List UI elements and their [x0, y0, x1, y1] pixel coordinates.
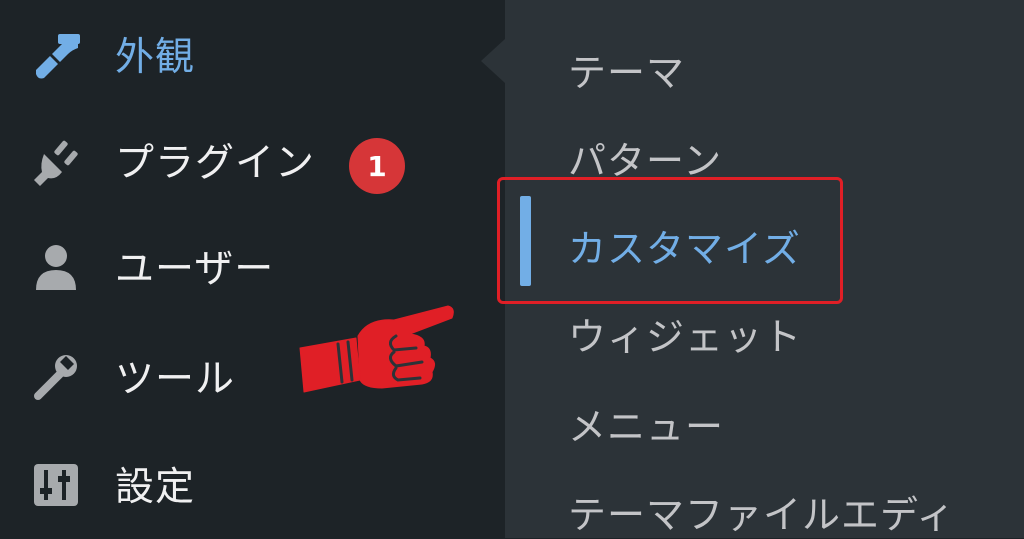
- sidebar-item-appearance[interactable]: 外観: [0, 4, 505, 104]
- sidebar-item-label: 設定: [115, 465, 196, 510]
- submenu-item-widgets[interactable]: ウィジェット: [568, 306, 802, 361]
- highlight-frame: [497, 177, 843, 304]
- user-icon: [28, 238, 84, 294]
- submenu-item-theme-file-editor[interactable]: テーマファイルエディ: [568, 484, 955, 539]
- settings-sliders-icon: [28, 456, 84, 512]
- submenu-item-menus[interactable]: メニュー: [568, 396, 724, 451]
- sidebar-item-label: 外観: [115, 35, 196, 80]
- paintbrush-icon: [28, 26, 84, 82]
- update-count-badge: 1: [349, 138, 405, 194]
- submenu-item-themes[interactable]: テーマ: [568, 42, 685, 97]
- sidebar-item-settings[interactable]: 設定: [0, 434, 505, 534]
- submenu-pointer-arrow: [481, 39, 505, 83]
- sidebar-item-label: ユーザー: [115, 247, 275, 292]
- sidebar-item-label: プラグイン: [115, 141, 316, 186]
- sidebar-item-label: ツール: [115, 357, 236, 402]
- plugin-icon: [28, 132, 84, 188]
- sidebar-item-plugins[interactable]: プラグイン: [0, 110, 505, 210]
- pointing-hand-icon: [299, 305, 454, 393]
- wrench-icon: [28, 348, 84, 404]
- admin-sidebar: 外観 プラグイン 1 ユーザー ツール 設定: [0, 0, 505, 538]
